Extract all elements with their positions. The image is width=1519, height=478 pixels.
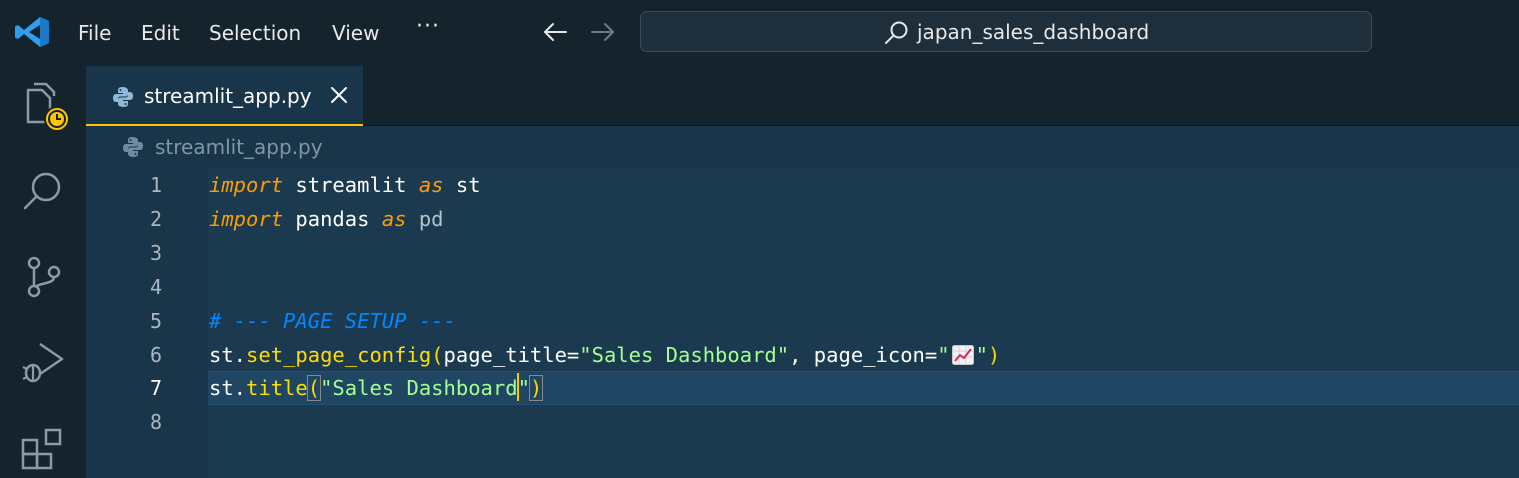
menu-selection[interactable]: Selection <box>209 20 301 46</box>
module-name: pandas <box>283 207 382 231</box>
chart-increasing-emoji <box>951 345 974 365</box>
string-quote: " <box>937 343 950 367</box>
object-st: st. <box>209 343 247 367</box>
activity-bar <box>0 64 86 478</box>
separator: , <box>789 343 814 367</box>
string-literal: "Sales Dashboard" <box>579 343 790 367</box>
files-icon[interactable] <box>20 82 76 136</box>
paren-close-matched: ) <box>528 375 544 401</box>
function-name: title <box>246 376 308 400</box>
paren-open: ( <box>431 343 444 367</box>
editor-tab-bar: streamlit_app.py <box>86 64 1519 126</box>
tab-label: streamlit_app.py <box>144 84 312 108</box>
python-file-icon <box>123 137 143 157</box>
search-text: japan_sales_dashboard <box>917 20 1150 44</box>
vscode-logo-icon[interactable] <box>14 16 50 48</box>
line-number: 1 <box>149 173 162 197</box>
code-line-7: st.title("Sales Dashboard") <box>209 371 544 405</box>
menu-view[interactable]: View <box>332 20 379 46</box>
python-file-icon <box>113 87 133 107</box>
line-number: 6 <box>149 343 162 367</box>
code-line-1: import streamlit as st <box>209 168 481 202</box>
code-line-2: import pandas as pd <box>209 202 444 236</box>
back-arrow-icon[interactable] <box>541 18 569 46</box>
line-number: 5 <box>149 309 162 333</box>
keyword-as: as <box>418 173 444 197</box>
menu-file[interactable]: File <box>78 20 111 46</box>
close-icon[interactable] <box>328 84 350 106</box>
line-number: 8 <box>149 410 162 434</box>
breadcrumb: streamlit_app.py <box>86 126 1519 168</box>
tab-streamlit-app[interactable]: streamlit_app.py <box>86 64 363 126</box>
module-alias: pd <box>406 207 444 231</box>
keyword-import: import <box>209 207 284 231</box>
code-line-5: # --- PAGE SETUP --- <box>209 304 456 338</box>
object-st: st. <box>209 376 247 400</box>
paren-close: ) <box>987 343 1001 367</box>
line-number-active: 7 <box>149 376 162 400</box>
more-menu-button[interactable]: ··· <box>416 14 440 39</box>
paren-open-matched: ( <box>306 375 322 401</box>
title-bar: File Edit Selection View ··· japan_sales… <box>0 0 1519 64</box>
code-editor[interactable]: 1 2 3 4 5 6 7 8 import streamlit as st i… <box>86 168 1519 478</box>
line-number: 4 <box>149 275 162 299</box>
string-quote: " <box>975 343 988 367</box>
breadcrumb-file[interactable]: streamlit_app.py <box>155 134 323 160</box>
keyword-import: import <box>209 173 284 197</box>
search-icon <box>885 21 908 44</box>
function-name: set_page_config <box>246 343 432 367</box>
line-number: 3 <box>149 241 162 265</box>
extensions-icon[interactable] <box>20 426 66 472</box>
menu-edit[interactable]: Edit <box>141 20 180 46</box>
line-number-gutter: 1 2 3 4 5 6 7 8 <box>86 168 208 478</box>
keyword-as: as <box>381 207 407 231</box>
module-name: streamlit <box>283 173 419 197</box>
string-quote: " <box>517 376 530 400</box>
string-literal: "Sales Dashboard <box>320 376 518 400</box>
command-center-search[interactable]: japan_sales_dashboard <box>640 11 1372 52</box>
run-debug-icon[interactable] <box>20 340 66 386</box>
code-line-6: st.set_page_config(page_title="Sales Das… <box>209 338 1000 372</box>
line-number: 2 <box>149 207 162 231</box>
module-alias: st <box>443 173 481 197</box>
comment: # --- PAGE SETUP --- <box>209 309 456 333</box>
search-icon[interactable] <box>20 168 66 214</box>
argument-name: page_icon= <box>813 343 938 367</box>
argument-name: page_title= <box>443 343 580 367</box>
forward-arrow-icon[interactable] <box>589 18 617 46</box>
source-control-icon[interactable] <box>20 254 66 300</box>
